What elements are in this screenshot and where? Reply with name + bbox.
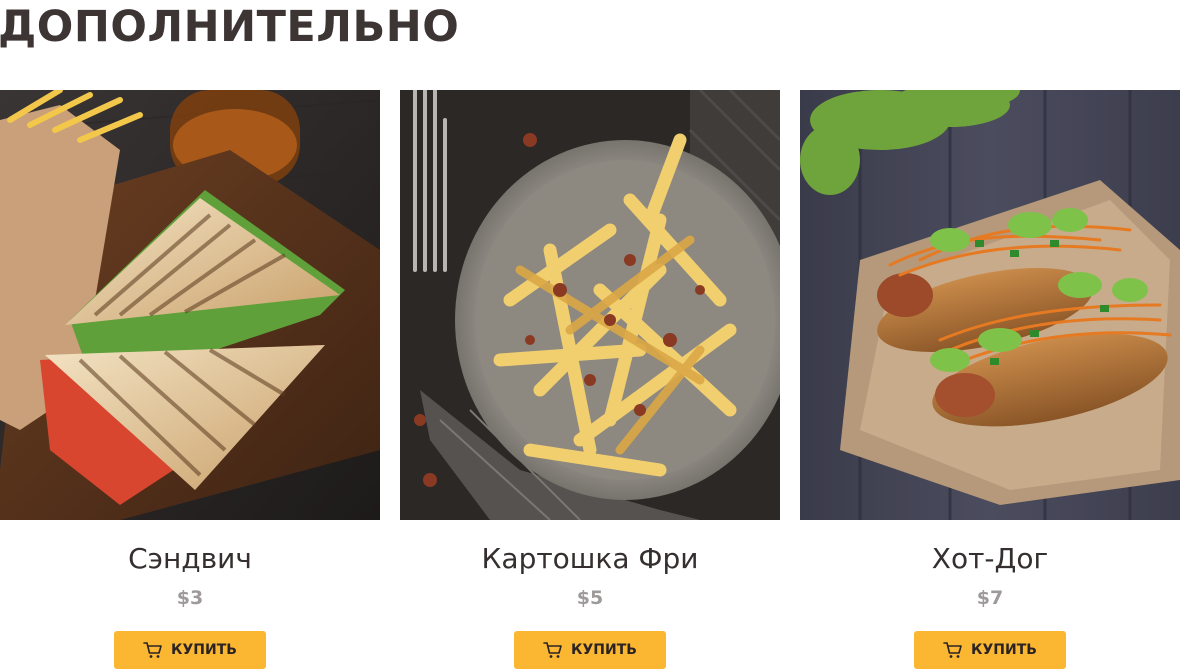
cart-icon bbox=[143, 642, 162, 658]
product-card-sandwich: Сэндвич $3 КУПИТЬ bbox=[0, 90, 380, 669]
buy-button-fries[interactable]: КУПИТЬ bbox=[514, 631, 666, 669]
extras-section: ДОПОЛНИТЕЛЬНО Сэндвич $3 КУПИТЬ Картошка… bbox=[0, 0, 1181, 669]
buy-button-label: КУПИТЬ bbox=[971, 642, 1037, 658]
section-title: ДОПОЛНИТЕЛЬНО bbox=[0, 2, 460, 52]
fries-photo[interactable] bbox=[400, 90, 780, 520]
product-name: Сэндвич bbox=[128, 542, 252, 575]
buy-button-label: КУПИТЬ bbox=[171, 642, 237, 658]
cart-icon bbox=[943, 642, 962, 658]
cart-icon bbox=[543, 642, 562, 658]
product-price: $3 bbox=[176, 587, 204, 609]
buy-button-hotdog[interactable]: КУПИТЬ bbox=[914, 631, 1066, 669]
product-name: Картошка Фри bbox=[481, 542, 699, 575]
product-price: $7 bbox=[976, 587, 1004, 609]
product-price: $5 bbox=[576, 587, 604, 609]
buy-button-label: КУПИТЬ bbox=[571, 642, 637, 658]
buy-button-sandwich[interactable]: КУПИТЬ bbox=[114, 631, 266, 669]
sandwich-photo[interactable] bbox=[0, 90, 380, 520]
product-card-hotdog: Хот-Дог $7 КУПИТЬ bbox=[800, 90, 1180, 669]
product-name: Хот-Дог bbox=[931, 542, 1049, 575]
hotdog-photo[interactable] bbox=[800, 90, 1180, 520]
product-card-fries: Картошка Фри $5 КУПИТЬ bbox=[400, 90, 780, 669]
